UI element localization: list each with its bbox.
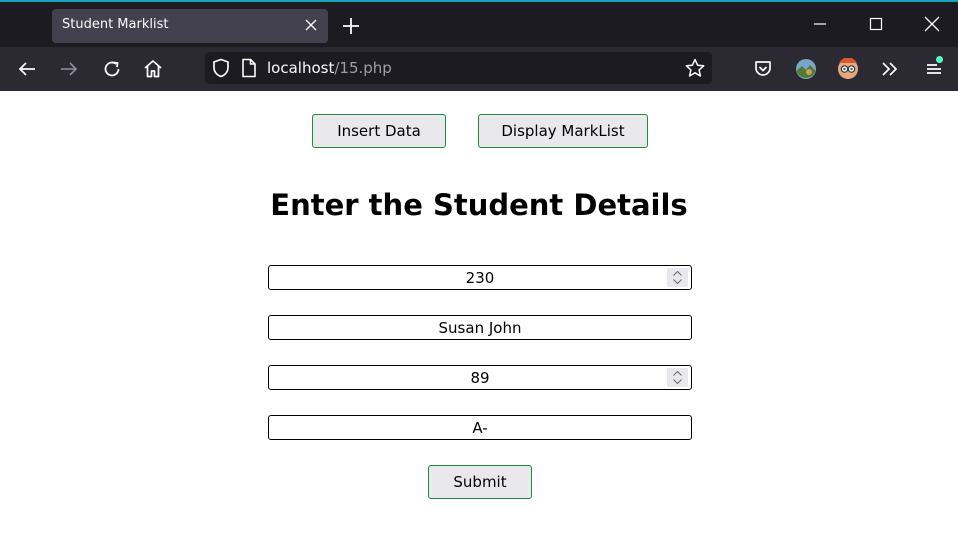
page-icon[interactable] <box>238 57 260 79</box>
url-path: /15.php <box>334 59 392 77</box>
url-host: localhost <box>267 59 335 77</box>
marks-input[interactable]: 89 <box>268 365 692 390</box>
grade-value: A- <box>472 419 488 437</box>
insert-data-button[interactable]: Insert Data <box>312 114 446 148</box>
address-bar[interactable]: localhost/15.php <box>205 52 712 84</box>
tab-close-icon[interactable] <box>302 16 320 34</box>
close-window-icon[interactable] <box>920 12 944 36</box>
browser-titlebar: Student Marklist <box>0 0 958 47</box>
maximize-window-icon[interactable] <box>864 12 888 36</box>
marks-value: 89 <box>470 369 490 387</box>
minimize-window-icon[interactable] <box>808 12 832 36</box>
extension-glasses-icon[interactable] <box>837 57 859 80</box>
overflow-chevrons-icon[interactable] <box>879 58 901 80</box>
browser-navbar: localhost/15.php <box>0 47 958 91</box>
roll-number-value: 230 <box>465 269 495 287</box>
update-badge-dot <box>936 56 943 63</box>
number-spinner-icon[interactable] <box>667 368 688 387</box>
extension-landscape-icon[interactable] <box>795 58 817 80</box>
forward-arrow-icon[interactable] <box>58 58 80 80</box>
home-icon[interactable] <box>142 58 164 80</box>
submit-button[interactable]: Submit <box>428 465 532 499</box>
reload-icon[interactable] <box>101 58 123 80</box>
student-name-input[interactable]: Susan John <box>268 315 692 340</box>
browser-tab-active[interactable]: Student Marklist <box>52 9 328 43</box>
roll-number-input[interactable]: 230 <box>268 265 692 290</box>
pocket-icon[interactable] <box>752 58 774 80</box>
new-tab-plus-icon[interactable] <box>340 15 362 37</box>
page-heading: Enter the Student Details <box>270 188 688 222</box>
display-marklist-button[interactable]: Display MarkList <box>478 114 648 148</box>
url-text[interactable]: localhost/15.php <box>267 59 392 77</box>
tab-title: Student Marklist <box>62 17 169 32</box>
student-name-value: Susan John <box>438 319 522 337</box>
back-arrow-icon[interactable] <box>16 58 38 80</box>
grade-input[interactable]: A- <box>268 415 692 440</box>
shield-icon[interactable] <box>210 57 232 79</box>
number-spinner-icon[interactable] <box>667 268 688 287</box>
bookmark-star-icon[interactable] <box>684 57 706 79</box>
